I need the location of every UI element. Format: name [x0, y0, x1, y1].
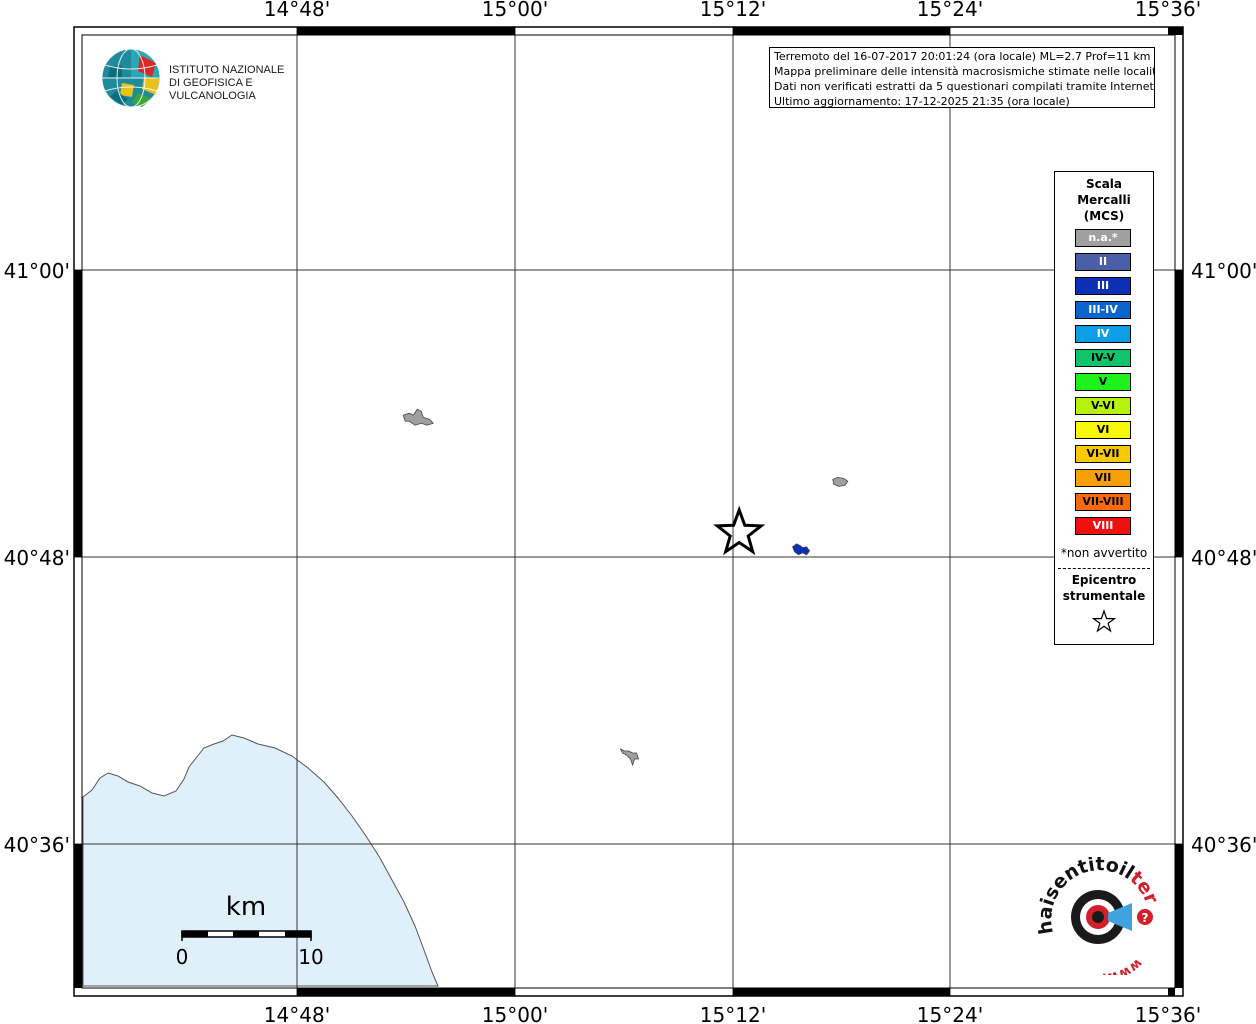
- legend-item: VI: [1075, 421, 1131, 439]
- scale-max: 10: [298, 945, 323, 969]
- legend-title-line: Scala: [1085, 177, 1123, 191]
- lon-label: 15°24': [917, 0, 983, 21]
- event-info-line: Mappa preliminare delle intensità macros…: [774, 65, 1155, 78]
- lon-label: 15°00': [482, 0, 548, 21]
- event-info-line: Dati non verificati estratti da 5 questi…: [774, 80, 1155, 93]
- event-info-box: Terremoto del 16-07-2017 20:01:24 (ora l…: [769, 47, 1155, 108]
- ingv-globe-icon: [101, 48, 161, 108]
- scale-unit: km: [226, 892, 266, 922]
- lat-labels-right: 41°00' 40°48' 40°36': [1191, 259, 1256, 857]
- lon-label: 15°12': [700, 1003, 766, 1024]
- legend-item: VII: [1075, 469, 1131, 487]
- legend-item: II: [1075, 253, 1131, 271]
- svg-text:?: ?: [1142, 911, 1149, 925]
- lon-label: 14°48': [264, 1003, 330, 1024]
- legend-item: III: [1075, 277, 1131, 295]
- legend-note: *non avvertito: [1060, 546, 1148, 560]
- lat-labels-left: 41°00' 40°48' 40°36': [4, 259, 70, 857]
- legend-title: Scala Mercalli (MCS): [1055, 176, 1153, 224]
- hst-text-www: www.: [1102, 955, 1145, 975]
- ingv-name-line: DI GEOFISICA E VULCANOLOGIA: [169, 77, 256, 102]
- legend-item: V: [1075, 373, 1131, 391]
- ingv-name: ISTITUTO NAZIONALE DI GEOFISICA E VULCAN…: [169, 64, 315, 103]
- legend-separator: [1058, 568, 1150, 569]
- legend-item: IV-V: [1075, 349, 1131, 367]
- legend-item: VIII: [1075, 517, 1131, 535]
- lon-labels-bottom: 14°48' 15°00' 15°12' 15°24' 15°36': [264, 1003, 1201, 1024]
- lon-label: 15°00': [482, 1003, 548, 1024]
- epicenter-star-icon: [1091, 609, 1117, 633]
- ingv-name-line: ISTITUTO NAZIONALE: [169, 64, 285, 76]
- legend-item: III-IV: [1075, 301, 1131, 319]
- lon-label: 15°24': [917, 1003, 983, 1024]
- lon-label: 15°36': [1135, 1003, 1201, 1024]
- legend-item: n.a.*: [1075, 229, 1131, 247]
- legend-item: VI-VII: [1075, 445, 1131, 463]
- event-info-line: Ultimo aggiornamento: 17-12-2025 21:35 (…: [774, 95, 1070, 108]
- mcs-legend: Scala Mercalli (MCS) n.a.* II III III-IV IV I…: [1054, 171, 1154, 645]
- lon-label: 15°12': [700, 0, 766, 21]
- lat-label: 40°36': [1191, 833, 1256, 857]
- legend-title-line: (MCS): [1083, 209, 1125, 223]
- legend-epicenter-line: strumentale: [1062, 589, 1146, 603]
- ingv-logo: ISTITUTO NAZIONALE DI GEOFISICA E VULCAN…: [100, 47, 315, 111]
- event-info-line: Terremoto del 16-07-2017 20:01:24 (ora l…: [774, 50, 1151, 63]
- lat-label: 41°00': [4, 259, 70, 283]
- lat-label: 40°36': [4, 833, 70, 857]
- svg-text:www.: www.: [1102, 955, 1145, 975]
- legend-epicenter-label: Epicentro strumentale: [1055, 572, 1153, 604]
- lat-label: 40°48': [4, 546, 70, 570]
- lon-label: 15°36': [1135, 0, 1201, 21]
- lon-labels-top: 14°48' 15°00' 15°12' 15°24' 15°36': [264, 0, 1201, 21]
- legend-epicenter-line: Epicentro: [1071, 573, 1137, 587]
- haisentito-logo: haisentitoilterremoto.it www. ?: [1036, 857, 1163, 975]
- lon-label: 14°48': [264, 0, 330, 21]
- legend-item: VII-VIII: [1075, 493, 1131, 511]
- legend-item: IV: [1075, 325, 1131, 343]
- scale-min: 0: [176, 945, 189, 969]
- legend-item: V-VI: [1075, 397, 1131, 415]
- lat-label: 40°48': [1191, 546, 1256, 570]
- lat-label: 41°00': [1191, 259, 1256, 283]
- legend-title-line: Mercalli: [1077, 193, 1131, 207]
